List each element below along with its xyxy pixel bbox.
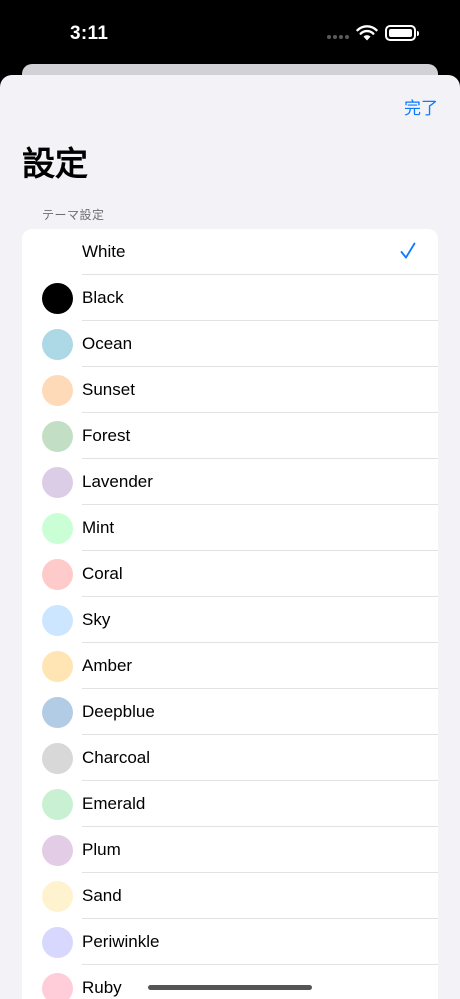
- theme-row-sunset[interactable]: Sunset: [22, 367, 438, 413]
- theme-swatch: [42, 513, 73, 544]
- theme-label: Deepblue: [82, 702, 155, 721]
- theme-swatch: [42, 651, 73, 682]
- theme-swatch: [42, 697, 73, 728]
- theme-row-sand[interactable]: Sand: [22, 873, 438, 919]
- theme-row-white[interactable]: White: [22, 229, 438, 275]
- theme-swatch: [42, 605, 73, 636]
- theme-label: Emerald: [82, 794, 146, 813]
- theme-row-mint[interactable]: Mint: [22, 505, 438, 551]
- theme-label: Sunset: [82, 380, 135, 399]
- done-button[interactable]: 完了: [404, 94, 438, 119]
- theme-label: Charcoal: [82, 748, 151, 767]
- theme-swatch: [42, 467, 73, 498]
- theme-label: Ocean: [82, 334, 133, 353]
- theme-swatch: [42, 559, 73, 590]
- theme-swatch: [42, 927, 73, 958]
- theme-label: White: [82, 242, 126, 261]
- theme-label: Mint: [82, 518, 115, 537]
- theme-label: Forest: [82, 426, 131, 445]
- page-title: 設定: [22, 145, 88, 182]
- checkmark-icon: [400, 242, 416, 259]
- theme-row-periwinkle[interactable]: Periwinkle: [22, 919, 438, 965]
- theme-label: Sand: [82, 886, 122, 905]
- theme-swatch: [42, 283, 73, 314]
- theme-row-deepblue[interactable]: Deepblue: [22, 689, 438, 735]
- theme-swatch: [42, 789, 73, 820]
- theme-label: Black: [82, 288, 124, 307]
- theme-swatch: [42, 881, 73, 912]
- theme-row-plum[interactable]: Plum: [22, 827, 438, 873]
- settings-sheet: 完了 設定 テーマ設定 White Black Ocean Sunset Forest L…: [0, 75, 460, 999]
- theme-swatch: [42, 237, 73, 268]
- theme-label: Sky: [82, 610, 111, 629]
- theme-swatch: [42, 329, 73, 360]
- status-bar: 3:11: [0, 0, 460, 64]
- theme-row-emerald[interactable]: Emerald: [22, 781, 438, 827]
- theme-label: Amber: [82, 656, 133, 675]
- theme-label: Lavender: [82, 472, 153, 491]
- theme-row-coral[interactable]: Coral: [22, 551, 438, 597]
- theme-list: White Black Ocean Sunset Forest Lavender Mint C…: [22, 229, 438, 999]
- theme-row-black[interactable]: Black: [22, 275, 438, 321]
- theme-row-sky[interactable]: Sky: [22, 597, 438, 643]
- theme-swatch: [42, 375, 73, 406]
- theme-swatch: [42, 743, 73, 774]
- theme-row-lavender[interactable]: Lavender: [22, 459, 438, 505]
- theme-row-charcoal[interactable]: Charcoal: [22, 735, 438, 781]
- theme-label: Periwinkle: [82, 932, 160, 951]
- theme-row-amber[interactable]: Amber: [22, 643, 438, 689]
- section-header-theme: テーマ設定: [42, 208, 105, 222]
- theme-row-ruby[interactable]: Ruby: [22, 965, 438, 999]
- wifi-icon: [356, 25, 378, 41]
- theme-row-forest[interactable]: Forest: [22, 413, 438, 459]
- theme-swatch: [42, 421, 73, 452]
- status-time: 3:11: [70, 23, 109, 44]
- theme-swatch: [42, 973, 73, 999]
- cellular-signal-icon: [327, 35, 349, 41]
- battery-icon: [385, 25, 419, 41]
- theme-label: Coral: [82, 564, 123, 583]
- theme-label: Ruby: [82, 978, 122, 997]
- theme-label: Plum: [82, 840, 121, 859]
- theme-row-ocean[interactable]: Ocean: [22, 321, 438, 367]
- theme-swatch: [42, 835, 73, 866]
- home-indicator: [148, 985, 312, 990]
